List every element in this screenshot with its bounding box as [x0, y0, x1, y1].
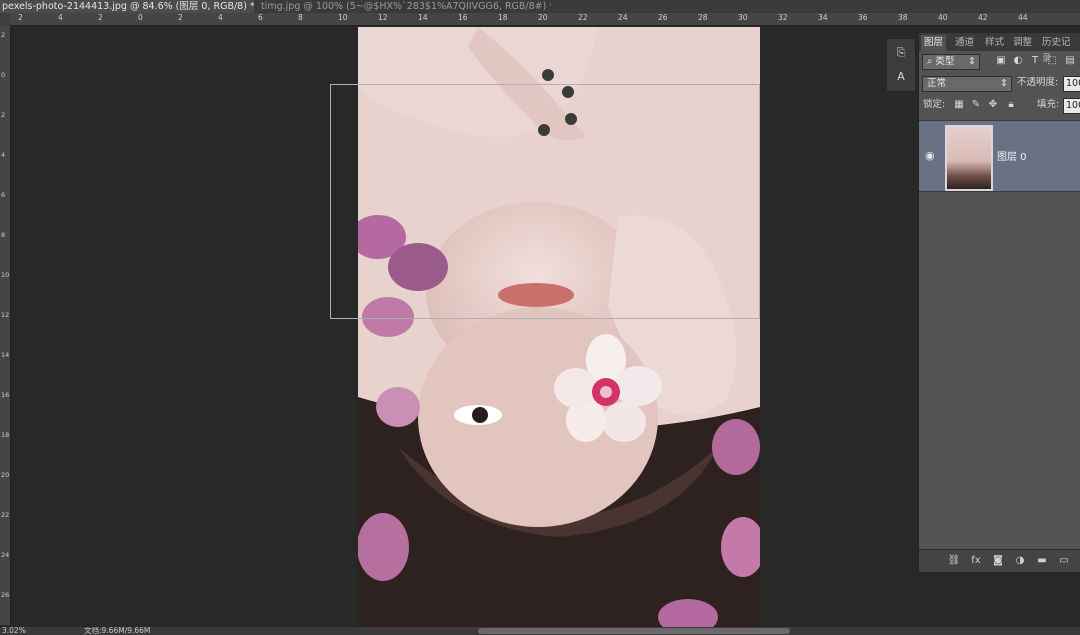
ruler-tick-label: 0: [1, 71, 6, 79]
zoom-readout[interactable]: 3.02%: [2, 627, 26, 635]
fx-icon[interactable]: fx: [969, 554, 983, 568]
folder-icon[interactable]: ▬: [1035, 554, 1049, 568]
layer-filter-row: ⌕ 类型 ⇕ ▣ ◐ T ⬚ ▤: [919, 51, 1080, 73]
ruler-tick-label: 40: [938, 13, 948, 22]
document-image[interactable]: [358, 27, 760, 627]
ruler-horizontal[interactable]: 2 4 2 0 2 4 6 8 10 12 14 16 18 20 22 24 26 28 30 32 34 36 38 40…: [10, 13, 1080, 26]
ruler-tick-label: 26: [1, 591, 10, 599]
horizontal-scrollbar[interactable]: [478, 628, 790, 634]
ruler-tick-label: 6: [1, 191, 6, 199]
ruler-tick-label: 34: [818, 13, 828, 22]
ruler-tick-label: 2: [1, 111, 6, 119]
ruler-tick-label: 42: [978, 13, 988, 22]
lock-fill-row: 锁定: ▦ ✎ ✥ 🔒︎ 填充: 100: [919, 95, 1080, 117]
chevron-updown-icon: ⇕: [968, 56, 976, 67]
ruler-tick-label: 8: [298, 13, 303, 22]
character-icon[interactable]: A: [891, 67, 911, 87]
ruler-tick-label: 18: [1, 431, 10, 439]
opacity-label: 不透明度:: [1017, 77, 1059, 88]
ruler-tick-label: 22: [1, 511, 10, 519]
ruler-tick-label: 14: [418, 13, 428, 22]
image-filter-icon[interactable]: ▣: [995, 55, 1007, 67]
history-brush-icon[interactable]: ⎘: [891, 43, 911, 63]
layers-panel-footer: ⛓ fx ◙ ◑ ▬ ▭: [919, 549, 1080, 572]
ruler-tick-label: 2: [98, 13, 103, 22]
ruler-tick-label: 12: [378, 13, 388, 22]
ruler-tick-label: 24: [618, 13, 628, 22]
layer-name[interactable]: 图层 0: [997, 148, 1027, 163]
lock-brush-icon[interactable]: ✎: [970, 99, 982, 111]
filter-label: 类型: [935, 56, 955, 67]
document-size[interactable]: 文档:9.66M/9.66M: [84, 627, 150, 635]
ruler-tick-label: 36: [858, 13, 868, 22]
chevron-updown-icon: ⇕: [1000, 78, 1008, 89]
layer-filter-select[interactable]: ⌕ 类型 ⇕: [922, 54, 980, 70]
lock-label: 锁定:: [923, 99, 946, 110]
adjustment-filter-icon[interactable]: ◐: [1012, 55, 1024, 67]
ruler-tick-label: 12: [1, 311, 10, 319]
ruler-corner[interactable]: [0, 13, 10, 25]
ruler-tick-label: 30: [738, 13, 748, 22]
document-tab-bar: pexels-photo-2144413.jpg @ 84.6% (图层 0, …: [0, 0, 1080, 13]
ruler-tick-label: 4: [58, 13, 63, 22]
ruler-tick-label: 8: [1, 231, 6, 239]
ruler-tick-label: 28: [698, 13, 708, 22]
blend-mode-select[interactable]: 正常 ⇕: [922, 76, 1012, 92]
ruler-tick-label: 16: [458, 13, 468, 22]
mask-icon[interactable]: ◙: [991, 554, 1005, 568]
ruler-tick-label: 20: [1, 471, 10, 479]
ruler-tick-label: 32: [778, 13, 788, 22]
ruler-tick-label: 26: [658, 13, 668, 22]
tab-adjustments[interactable]: 调整: [1010, 35, 1035, 51]
ruler-tick-label: 2: [18, 13, 23, 22]
ruler-tick-label: 0: [138, 13, 143, 22]
ruler-vertical[interactable]: 2 0 2 4 6 8 10 12 14 16 18 20 22 24 26: [0, 25, 11, 625]
ruler-tick-label: 22: [578, 13, 588, 22]
panel-tab-strip: 图层 通道 样式 调整 历史记录: [919, 33, 1080, 64]
blend-opacity-row: 正常 ⇕ 不透明度: 100: [919, 73, 1080, 95]
ruler-tick-label: 38: [898, 13, 908, 22]
smart-object-filter-icon[interactable]: ▤: [1064, 55, 1076, 67]
new-layer-icon[interactable]: ▭: [1057, 554, 1071, 568]
layers-panel: 图层 通道 样式 调整 历史记录 ⌕ 类型 ⇕ ▣ ◐ T ⬚ ▤ 正常 ⇕ 不透明…: [918, 33, 1080, 572]
ruler-tick-label: 18: [498, 13, 508, 22]
type-filter-icon[interactable]: T: [1029, 55, 1041, 67]
tab-layers[interactable]: 图层: [921, 35, 947, 51]
eye-icon[interactable]: ◉: [925, 149, 935, 162]
tab-label: pexels-photo-2144413.jpg @ 84.6% (图层 0, …: [2, 1, 254, 12]
fill-field[interactable]: 100: [1063, 98, 1080, 114]
ruler-tick-label: 20: [538, 13, 548, 22]
ruler-tick-label: 14: [1, 351, 10, 359]
layer-thumbnail: [945, 125, 993, 191]
opacity-field[interactable]: 100: [1063, 76, 1080, 92]
tab-pexels-photo[interactable]: pexels-photo-2144413.jpg @ 84.6% (图层 0, …: [0, 0, 254, 13]
tab-styles[interactable]: 样式: [982, 35, 1007, 51]
fill-label: 填充:: [1037, 99, 1060, 110]
status-bar: 3.02% 文档:9.66M/9.66M: [0, 627, 1080, 635]
shape-filter-icon[interactable]: ⬚: [1046, 55, 1058, 67]
tab-timg[interactable]: timg.jpg @ 100% (5~@$HX%`283$1%A7QIIVGG6…: [256, 0, 551, 13]
adjustment-layer-icon[interactable]: ◑: [1013, 554, 1027, 568]
ruler-tick-label: 4: [218, 13, 223, 22]
ruler-tick-label: 44: [1018, 13, 1028, 22]
lock-transparent-icon[interactable]: ▦: [953, 99, 965, 111]
lock-all-icon[interactable]: 🔒︎: [1005, 99, 1017, 111]
lock-move-icon[interactable]: ✥: [987, 99, 999, 111]
link-icon[interactable]: ⛓: [947, 554, 961, 568]
ruler-tick-label: 10: [338, 13, 348, 22]
tab-channels[interactable]: 通道: [952, 35, 977, 51]
ruler-tick-label: 2: [1, 31, 6, 39]
photo-illustration: [358, 27, 760, 627]
ruler-tick-label: 4: [1, 151, 6, 159]
layer-item[interactable]: ◉ 图层 0: [919, 120, 1080, 192]
tab-history[interactable]: 历史记录: [1039, 35, 1080, 64]
ruler-tick-label: 2: [178, 13, 183, 22]
tab-label: timg.jpg @ 100% (5~@$HX%`283$1%A7QIIVGG6…: [261, 1, 551, 12]
collapsed-panel-dock: ⎘ A: [886, 38, 916, 92]
ruler-tick-label: 24: [1, 551, 10, 559]
ruler-tick-label: 16: [1, 391, 10, 399]
ruler-tick-label: 10: [1, 271, 10, 279]
blend-mode-value: 正常: [927, 78, 947, 89]
ruler-tick-label: 6: [258, 13, 263, 22]
